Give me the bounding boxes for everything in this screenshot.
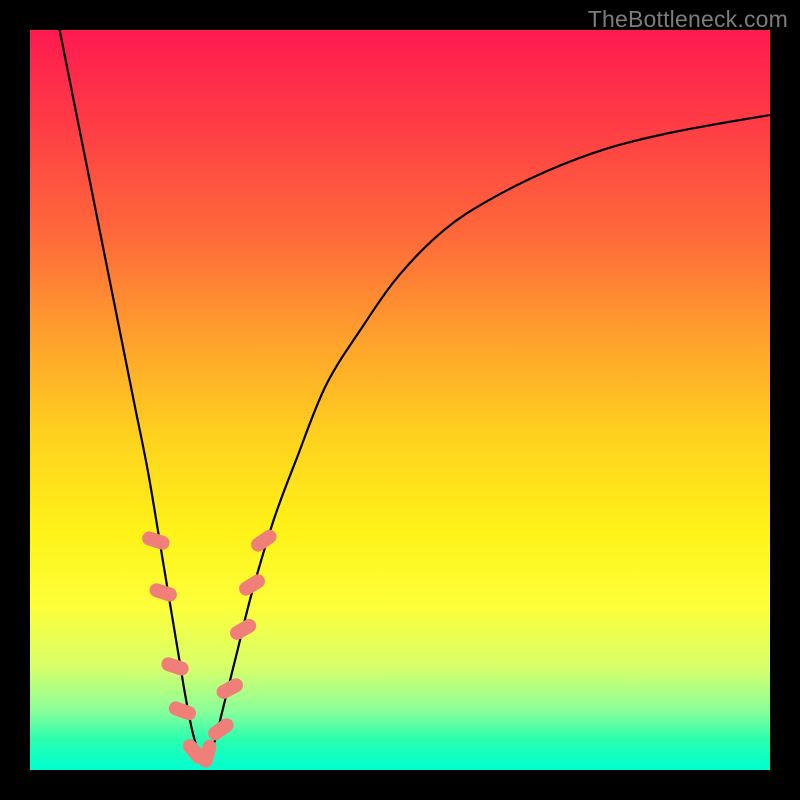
bottleneck-curve [60,30,770,758]
curve-marker [140,530,171,552]
curve-marker [167,699,198,722]
marker-group [140,527,279,769]
curve-marker [148,581,179,603]
chart-svg [30,30,770,770]
curve-marker [227,616,258,642]
curve-marker [160,655,191,677]
watermark-text: TheBottleneck.com [588,6,788,33]
